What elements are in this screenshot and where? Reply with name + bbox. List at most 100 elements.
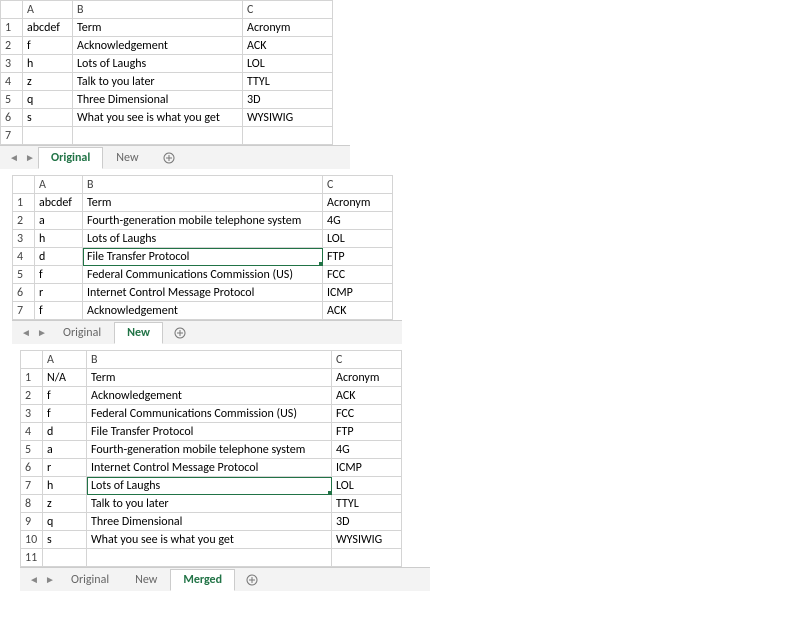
cell[interactable]: LOL	[332, 477, 402, 495]
cell[interactable]: FCC	[323, 266, 393, 284]
row-header[interactable]: 4	[13, 248, 35, 266]
cell[interactable]	[23, 127, 73, 145]
cell[interactable]: 4G	[323, 212, 393, 230]
row-header[interactable]: 5	[21, 441, 43, 459]
cell[interactable]: ACK	[243, 37, 333, 55]
add-sheet-icon[interactable]	[169, 323, 191, 343]
row-header[interactable]: 4	[21, 423, 43, 441]
nav-next-icon[interactable]: ►	[22, 148, 38, 168]
cell[interactable]: h	[23, 55, 73, 73]
row-header[interactable]: 7	[21, 477, 43, 495]
grid-new[interactable]: A B C 1 abcdef Term Acronym 2aFourth-gen…	[12, 175, 393, 320]
col-header-B[interactable]: B	[87, 351, 332, 369]
cell[interactable]: q	[23, 91, 73, 109]
cell[interactable]: q	[43, 513, 87, 531]
cell[interactable]: f	[23, 37, 73, 55]
cell[interactable]: h	[43, 477, 87, 495]
tab-new[interactable]: New	[122, 569, 170, 591]
nav-prev-icon[interactable]: ◄	[6, 148, 22, 168]
col-header-B[interactable]: B	[73, 1, 243, 19]
row-header[interactable]: 2	[1, 37, 23, 55]
cell-selected[interactable]: Lots of Laughs	[87, 477, 332, 495]
select-all-corner[interactable]	[21, 351, 43, 369]
cell[interactable]: f	[43, 405, 87, 423]
cell[interactable]: What you see is what you get	[87, 531, 332, 549]
cell[interactable]: 4G	[332, 441, 402, 459]
cell[interactable]: Internet Control Message Protocol	[87, 459, 332, 477]
cell[interactable]: WYSIWIG	[243, 109, 333, 127]
row-header[interactable]: 2	[21, 387, 43, 405]
row-header[interactable]: 1	[13, 194, 35, 212]
col-header-A[interactable]: A	[35, 176, 83, 194]
row-header[interactable]: 5	[13, 266, 35, 284]
row-header[interactable]: 1	[21, 369, 43, 387]
row-header[interactable]: 3	[13, 230, 35, 248]
row-header[interactable]: 5	[1, 91, 23, 109]
tab-merged[interactable]: Merged	[170, 569, 235, 591]
cell[interactable]: File Transfer Protocol	[87, 423, 332, 441]
row-header[interactable]: 4	[1, 73, 23, 91]
cell[interactable]: a	[43, 441, 87, 459]
cell[interactable]: z	[43, 495, 87, 513]
cell-selected[interactable]: File Transfer Protocol	[83, 248, 323, 266]
col-header-A[interactable]: A	[43, 351, 87, 369]
select-all-corner[interactable]	[13, 176, 35, 194]
cell[interactable]: Federal Communications Commission (US)	[87, 405, 332, 423]
cell[interactable]: ICMP	[323, 284, 393, 302]
cell[interactable]: Internet Control Message Protocol	[83, 284, 323, 302]
cell[interactable]: Federal Communications Commission (US)	[83, 266, 323, 284]
tab-original[interactable]: Original	[38, 147, 103, 169]
cell[interactable]: LOL	[323, 230, 393, 248]
row-header[interactable]: 9	[21, 513, 43, 531]
col-header-C[interactable]: C	[323, 176, 393, 194]
cell[interactable]	[87, 549, 332, 567]
cell[interactable]: Acronym	[332, 369, 402, 387]
cell[interactable]: FCC	[332, 405, 402, 423]
cell[interactable]: Acknowledgement	[73, 37, 243, 55]
nav-next-icon[interactable]: ►	[42, 570, 58, 590]
cell[interactable]: d	[35, 248, 83, 266]
cell[interactable]: N/A	[43, 369, 87, 387]
cell[interactable]	[332, 549, 402, 567]
cell[interactable]: h	[35, 230, 83, 248]
cell[interactable]: Acronym	[243, 19, 333, 37]
nav-prev-icon[interactable]: ◄	[18, 323, 34, 343]
row-header[interactable]: 2	[13, 212, 35, 230]
cell[interactable]: Term	[87, 369, 332, 387]
add-sheet-icon[interactable]	[158, 148, 180, 168]
cell[interactable]: TTYL	[332, 495, 402, 513]
cell[interactable]: Three Dimensional	[87, 513, 332, 531]
cell[interactable]: r	[43, 459, 87, 477]
nav-next-icon[interactable]: ►	[34, 323, 50, 343]
row-header[interactable]: 6	[13, 284, 35, 302]
cell[interactable]: LOL	[243, 55, 333, 73]
cell[interactable]: Term	[73, 19, 243, 37]
cell[interactable]: f	[35, 302, 83, 320]
cell[interactable]: s	[43, 531, 87, 549]
row-header[interactable]: 3	[1, 55, 23, 73]
cell[interactable]: Fourth-generation mobile telephone syste…	[87, 441, 332, 459]
row-header[interactable]: 11	[21, 549, 43, 567]
cell[interactable]: d	[43, 423, 87, 441]
cell[interactable]: abcdef	[35, 194, 83, 212]
cell[interactable]: f	[43, 387, 87, 405]
row-header[interactable]: 1	[1, 19, 23, 37]
row-header[interactable]: 6	[21, 459, 43, 477]
cell[interactable]: TTYL	[243, 73, 333, 91]
row-header[interactable]: 10	[21, 531, 43, 549]
cell[interactable]	[43, 549, 87, 567]
cell[interactable]: a	[35, 212, 83, 230]
tab-original[interactable]: Original	[58, 569, 122, 591]
cell[interactable]: r	[35, 284, 83, 302]
cell[interactable]: ACK	[332, 387, 402, 405]
row-header[interactable]: 8	[21, 495, 43, 513]
cell[interactable]: Talk to you later	[87, 495, 332, 513]
cell[interactable]: Acronym	[323, 194, 393, 212]
cell[interactable]: Term	[83, 194, 323, 212]
row-header[interactable]: 6	[1, 109, 23, 127]
cell[interactable]: WYSIWIG	[332, 531, 402, 549]
col-header-A[interactable]: A	[23, 1, 73, 19]
cell[interactable]: FTP	[323, 248, 393, 266]
cell[interactable]: Lots of Laughs	[83, 230, 323, 248]
cell[interactable]: f	[35, 266, 83, 284]
